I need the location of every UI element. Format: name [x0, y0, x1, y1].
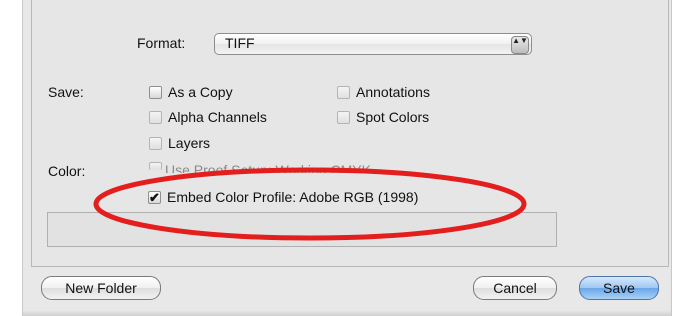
- save-button[interactable]: Save: [579, 276, 659, 300]
- as-a-copy-label: As a Copy: [168, 84, 233, 100]
- info-well: [47, 212, 557, 247]
- embed-color-profile-checkbox[interactable]: ✔: [148, 191, 161, 204]
- layers-checkbox[interactable]: [149, 137, 162, 150]
- color-label: Color:: [48, 163, 86, 179]
- alpha-channels-checkbox[interactable]: [149, 111, 162, 124]
- as-a-copy-checkbox[interactable]: [149, 86, 162, 99]
- annotations-checkbox[interactable]: [337, 86, 350, 99]
- save-dialog-sheet: Format: TIFF ▲▼ Save: As a Copy Annotati…: [22, 0, 672, 316]
- format-label: Format:: [137, 35, 186, 51]
- new-folder-button[interactable]: New Folder: [41, 276, 161, 300]
- save-label: Save:: [48, 84, 84, 100]
- layers-label: Layers: [168, 135, 211, 151]
- format-select[interactable]: TIFF ▲▼: [214, 33, 532, 55]
- spot-colors-label: Spot Colors: [356, 109, 430, 125]
- spot-colors-checkbox[interactable]: [337, 111, 350, 124]
- proof-setup-row: Use Proof Setup: Working CMYK: [165, 162, 371, 173]
- annotations-label: Annotations: [356, 84, 430, 100]
- format-value: TIFF: [225, 35, 255, 51]
- alpha-channels-label: Alpha Channels: [168, 109, 267, 125]
- proof-setup-checkbox[interactable]: [149, 162, 162, 170]
- embed-color-profile-label: Embed Color Profile: Adobe RGB (1998): [167, 189, 419, 205]
- cancel-button[interactable]: Cancel: [473, 276, 557, 300]
- proof-setup-label: Use Proof Setup: Working CMYK: [165, 162, 371, 173]
- select-arrows-icon: ▲▼: [511, 36, 529, 54]
